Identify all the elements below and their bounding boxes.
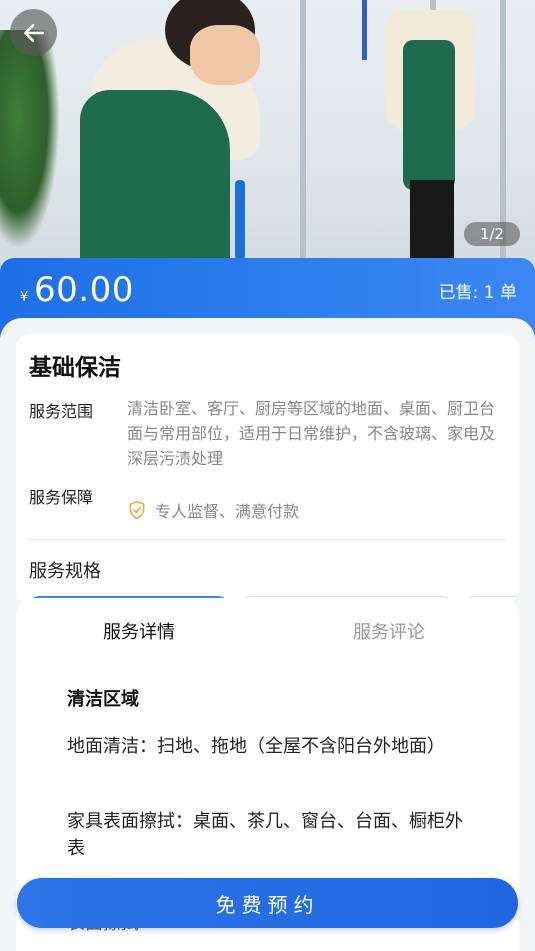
shield-check-icon [129, 500, 145, 520]
window-frame [300, 0, 306, 272]
image-pager: 1/2 [464, 222, 520, 246]
section-heading: 清洁区域 [67, 689, 139, 710]
detail-paragraph: 地面清洁：扫地、拖地（全屋不含阳台外地面） [67, 736, 445, 757]
back-button[interactable] [10, 9, 57, 56]
guarantee-info: 专人监督、满意付款 [127, 498, 299, 522]
currency-symbol: ¥ [20, 290, 29, 305]
guarantee-label: 服务保障 [29, 488, 94, 507]
detail-paragraph: 家具表面擦拭：桌面、茶几、窗台、台面、橱柜外表 [67, 811, 463, 859]
scope-label: 服务范围 [29, 402, 94, 421]
hero-image [0, 0, 535, 272]
cleaner-figure [70, 0, 260, 272]
plant [0, 30, 60, 250]
service-info-card: 基础保洁 服务范围 清洁卧室、客厅、厨房等区域的地面、桌面、厨卫台面与常用部位，… [16, 334, 519, 604]
sold-count: 已售: 1 单 [438, 283, 517, 303]
scope-text: 清洁卧室、客厅、厨房等区域的地面、桌面、厨卫台面与常用部位，适用于日常维护，不含… [127, 399, 496, 468]
tab-reviews[interactable]: 服务评论 [353, 618, 425, 644]
mop [362, 0, 367, 60]
mop [235, 180, 245, 260]
guarantee-text: 专人监督、满意付款 [155, 502, 300, 521]
spec-title: 服务规格 [29, 561, 101, 582]
service-title: 基础保洁 [29, 355, 121, 381]
arrow-left-icon [23, 23, 44, 42]
price-amount: 60.00 [34, 270, 134, 310]
free-booking-button[interactable]: 免费预约 [17, 878, 518, 928]
divider [29, 539, 506, 540]
cleaner-figure [385, 0, 475, 272]
main-content: 基础保洁 服务范围 清洁卧室、客厅、厨房等区域的地面、桌面、厨卫台面与常用部位，… [0, 318, 535, 951]
tab-details[interactable]: 服务详情 [103, 618, 175, 644]
